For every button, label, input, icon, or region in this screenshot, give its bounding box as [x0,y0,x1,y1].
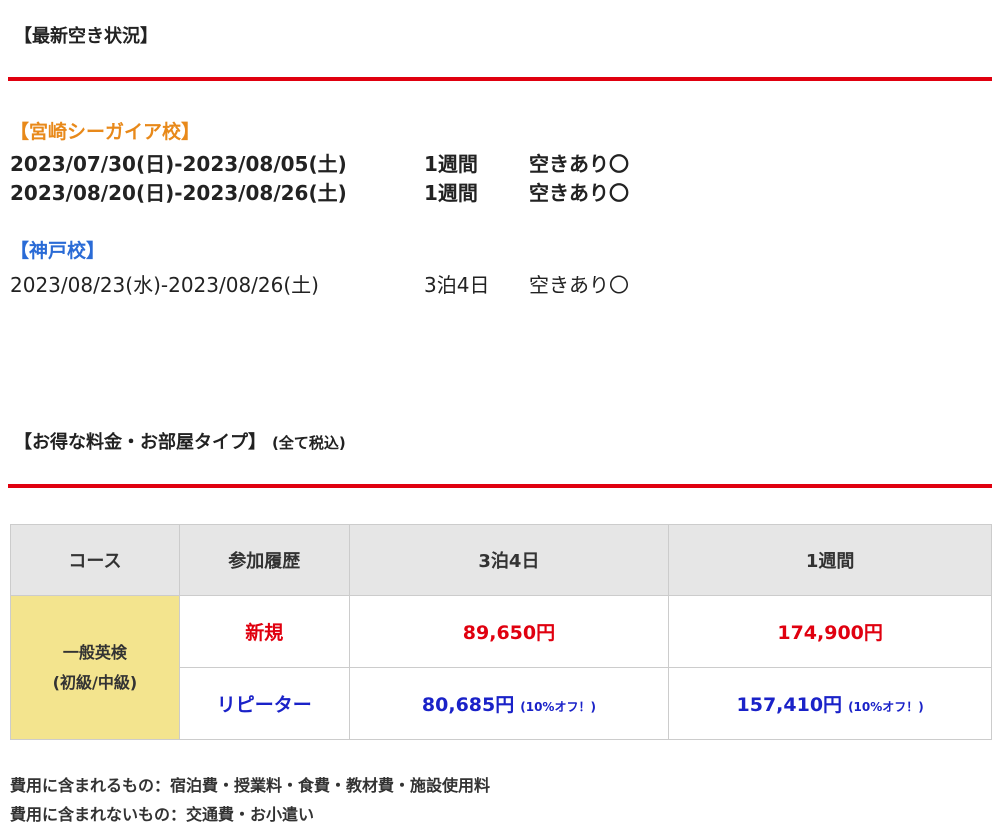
discount-note: (10%オフ！) [520,700,596,714]
price-value: 80,685円 [421,694,515,716]
price-new-1week: 174,900円 [668,595,992,668]
header-course: コース [10,524,180,596]
table-row: 一般英検 (初級/中級) 新規 89,650円 174,900円 [10,595,992,740]
availability-period: 1週間 [424,181,478,205]
availability-row: 2023/08/23(水)-2023/08/26(土) 3泊4日 空きあり〇 [10,269,629,298]
history-repeater: リピーター [178,667,350,740]
price-repeater-1week: 157,410円 (10%オフ！) [668,667,992,740]
pricing-tax-note: (全て税込) [272,434,346,452]
availability-status: 空きあり〇 [529,152,629,176]
availability-status: 空きあり〇 [529,181,629,205]
header-1week: 1週間 [668,524,992,596]
availability-row: 2023/07/30(日)-2023/08/05(土) 1週間 空きあり〇 [10,148,629,177]
availability-heading: 【最新空き状況】 [14,26,158,47]
price-table: コース 参加履歴 3泊4日 1週間 一般英検 (初級/中級) 新規 89,650… [10,524,992,740]
excluded-costs: 費用に含まれないもの：交通費・お小遣い [10,805,315,824]
price-new-3n4d: 89,650円 [348,595,670,668]
included-costs: 費用に含まれるもの：宿泊費・授業料・食費・教材費・施設使用料 [10,776,491,795]
availability-dates: 2023/07/30(日)-2023/08/05(土) [10,152,347,176]
availability-dates: 2023/08/20(日)-2023/08/26(土) [10,181,347,205]
school-kobe-name: 【神戸校】 [10,240,106,262]
price-table-header-row: コース 参加履歴 3泊4日 1週間 [10,524,992,596]
section-divider [8,77,992,81]
section-divider [8,484,992,488]
availability-dates: 2023/08/23(水)-2023/08/26(土) [10,273,319,297]
price-value: 89,650円 [462,622,556,644]
course-name: 一般英検 [62,642,127,662]
school-miyazaki-name: 【宮崎シーガイア校】 [10,121,201,143]
course-cell: 一般英検 (初級/中級) [10,595,180,740]
discount-note: (10%オフ！) [848,700,924,714]
header-3n4d: 3泊4日 [348,524,670,596]
availability-status: 空きあり〇 [529,273,629,297]
pricing-heading-title: 【お得な料金・お部屋タイプ】 [14,432,266,453]
price-repeater-3n4d: 80,685円 (10%オフ！) [348,667,670,740]
header-history: 参加履歴 [178,524,350,596]
course-level: (初級/中級) [52,672,138,692]
pricing-heading: 【お得な料金・お部屋タイプ】 (全て税込) [14,428,346,454]
price-value: 174,900円 [777,622,883,644]
price-value: 157,410円 [736,694,843,716]
availability-period: 3泊4日 [424,273,490,297]
availability-row: 2023/08/20(日)-2023/08/26(土) 1週間 空きあり〇 [10,177,629,206]
history-new: 新規 [178,595,350,668]
availability-period: 1週間 [424,152,478,176]
